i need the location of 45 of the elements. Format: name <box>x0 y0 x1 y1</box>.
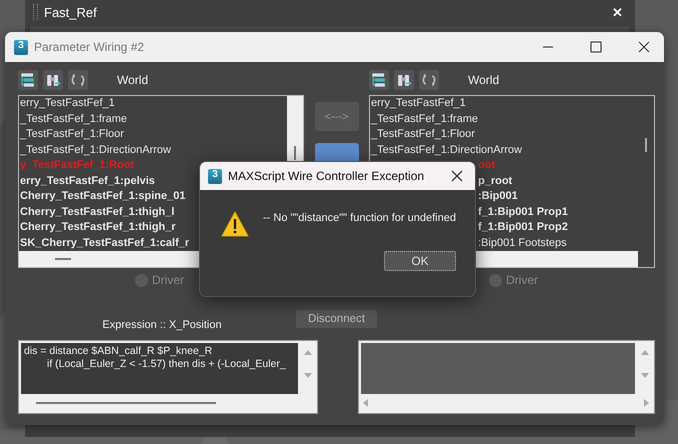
window-title: Parameter Wiring #2 <box>34 40 144 54</box>
list-item[interactable]: _TestFastFef_1:frame <box>371 112 478 127</box>
warning-icon <box>221 211 249 237</box>
binoculars-icon[interactable] <box>394 70 414 90</box>
list-item[interactable]: p_root <box>478 174 512 189</box>
list-item[interactable]: erry_TestFastFef_1 <box>20 96 115 112</box>
list-item[interactable]: _TestFastFef_1:Floor <box>20 127 124 142</box>
hierarchy-icon[interactable] <box>18 70 38 90</box>
binoculars-icon[interactable] <box>43 70 63 90</box>
ok-button[interactable]: OK <box>384 251 456 271</box>
space-label: World <box>468 73 500 87</box>
list-item[interactable]: erry_TestFastFef_1 <box>371 96 466 112</box>
refresh-icon[interactable] <box>419 70 439 90</box>
driver-label: Driver <box>152 273 184 287</box>
list-item[interactable]: f_1:Bip001 Prop1 <box>478 204 568 220</box>
list-item[interactable]: :Bip001 Footsteps <box>478 236 567 251</box>
close-icon[interactable] <box>451 170 463 182</box>
list-item[interactable]: :Bip001 <box>478 189 518 204</box>
panel-title: Fast_Ref <box>44 4 97 20</box>
space-label: World <box>117 73 148 87</box>
grip-icon[interactable] <box>33 4 38 20</box>
dialog-title: MAXScript Wire Controller Exception <box>228 169 424 183</box>
list-item[interactable]: erry_TestFastFef_1:pelvis <box>20 174 155 189</box>
hierarchy-icon[interactable] <box>369 70 389 90</box>
expression-field[interactable]: dis = distance $ABN_calf_R $P_knee_R if (Local_Euler_Z < -1.57) then dis + (-Local_Euler_ <box>18 340 318 414</box>
refresh-icon[interactable] <box>68 70 88 90</box>
app-icon: 3 <box>14 40 28 54</box>
error-message: -- No ""distance"" function for undefined <box>263 212 456 224</box>
maximize-icon[interactable] <box>590 41 602 53</box>
driver-label: Driver <box>506 273 538 287</box>
app-icon: 3 <box>208 168 222 184</box>
list-item[interactable]: _TestFastFef_1:DirectionArrow <box>371 142 522 158</box>
list-item[interactable]: Cherry_TestFastFef_1:spine_01 <box>20 189 186 204</box>
list-item[interactable]: Cherry_TestFastFef_1:thigh_r <box>20 220 176 236</box>
list-item[interactable]: _TestFastFef_1:Floor <box>371 127 475 142</box>
scrollbar[interactable] <box>36 402 216 404</box>
disconnect-button[interactable]: Disconnect <box>296 310 377 328</box>
list-item[interactable]: _TestFastFef_1:frame <box>20 112 127 127</box>
close-button[interactable]: ✕ <box>608 4 627 20</box>
close-icon[interactable] <box>638 41 650 53</box>
list-item[interactable]: f_1:Bip001 Prop2 <box>478 220 568 236</box>
list-item[interactable]: Cherry_TestFastFef_1:thigh_l <box>20 204 174 220</box>
list-item[interactable]: _TestFastFef_1:DirectionArrow <box>20 142 171 158</box>
list-item[interactable]: SK_Cherry_TestFastFef_1:calf_r <box>20 236 190 251</box>
expression-label: Expression :: X_Position <box>101 319 222 331</box>
